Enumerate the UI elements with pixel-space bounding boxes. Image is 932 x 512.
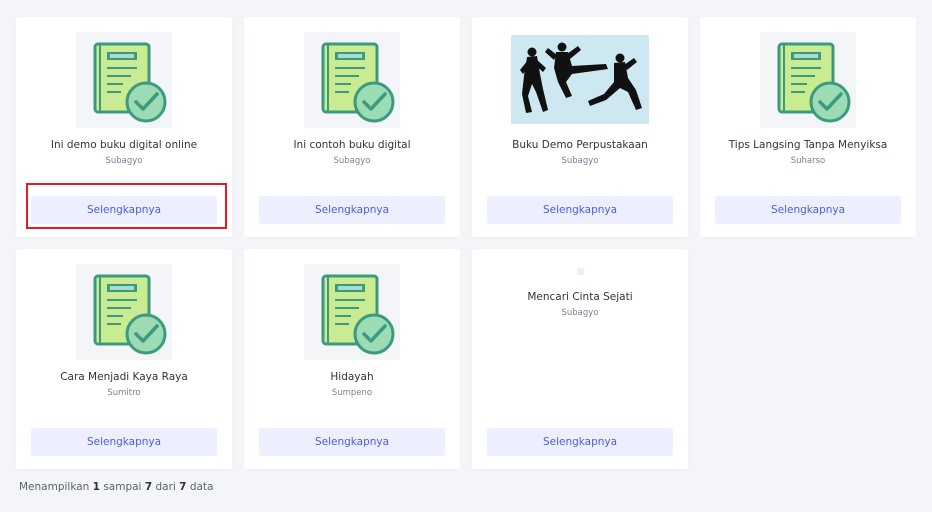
book-title: Mencari Cinta Sejati <box>527 291 633 303</box>
detail-button[interactable]: Selengkapnya <box>487 196 673 224</box>
book-author: Subagyo <box>333 156 371 166</box>
broken-image-icon <box>576 267 584 275</box>
book-author: Suharso <box>790 156 826 166</box>
book-author: Subagyo <box>105 156 143 166</box>
book-title: Ini demo buku digital online <box>50 139 198 151</box>
book-card: Mencari Cinta Sejati Subagyo Selengkapny… <box>472 249 688 469</box>
info-prefix: Menampilkan <box>19 481 90 493</box>
info-total: 7 <box>179 481 187 493</box>
detail-button[interactable]: Selengkapnya <box>487 428 673 456</box>
book-author: Sumpeno <box>331 388 373 398</box>
detail-button[interactable]: Selengkapnya <box>259 428 445 456</box>
book-author: Subagyo <box>561 156 599 166</box>
book-title: Buku Demo Perpustakaan <box>512 139 648 151</box>
book-card: Buku Demo Perpustakaan Subagyo Selengkap… <box>472 17 688 237</box>
book-author: Subagyo <box>561 308 599 318</box>
book-title: Hidayah <box>330 371 374 383</box>
book-author: Sumitro <box>107 388 141 398</box>
info-to: 7 <box>144 481 153 493</box>
detail-button[interactable]: Selengkapnya <box>31 428 217 456</box>
info-suffix: data <box>189 481 214 493</box>
info-from: 1 <box>92 481 100 493</box>
pagination-info: Menampilkan 1 sampai 7 dari 7 data <box>19 481 213 493</box>
book-title: Cara Menjadi Kaya Raya <box>60 371 188 383</box>
book-card: Tips Langsing Tanpa Menyiksa Suharso Sel… <box>700 17 916 237</box>
book-card: Ini contoh buku digital Subagyo Selengka… <box>244 17 460 237</box>
info-mid1: sampai <box>103 481 142 493</box>
detail-button[interactable]: Selengkapnya <box>259 196 445 224</box>
book-title: Ini contoh buku digital <box>293 139 411 151</box>
info-mid2: dari <box>155 481 176 493</box>
book-grid: Ini demo buku digital online Subagyo Sel… <box>16 17 916 469</box>
book-title: Tips Langsing Tanpa Menyiksa <box>728 139 888 151</box>
book-card: Cara Menjadi Kaya Raya Sumitro Selengkap… <box>16 249 232 469</box>
book-card: Ini demo buku digital online Subagyo Sel… <box>16 17 232 237</box>
book-icon <box>76 264 172 360</box>
detail-button[interactable]: Selengkapnya <box>31 196 217 224</box>
book-icon <box>304 264 400 360</box>
detail-button[interactable]: Selengkapnya <box>715 196 901 224</box>
book-icon <box>76 32 172 128</box>
book-icon <box>760 32 856 128</box>
book-card: Hidayah Sumpeno Selengkapnya <box>244 249 460 469</box>
book-icon <box>304 32 400 128</box>
martial-arts-image <box>510 34 650 125</box>
